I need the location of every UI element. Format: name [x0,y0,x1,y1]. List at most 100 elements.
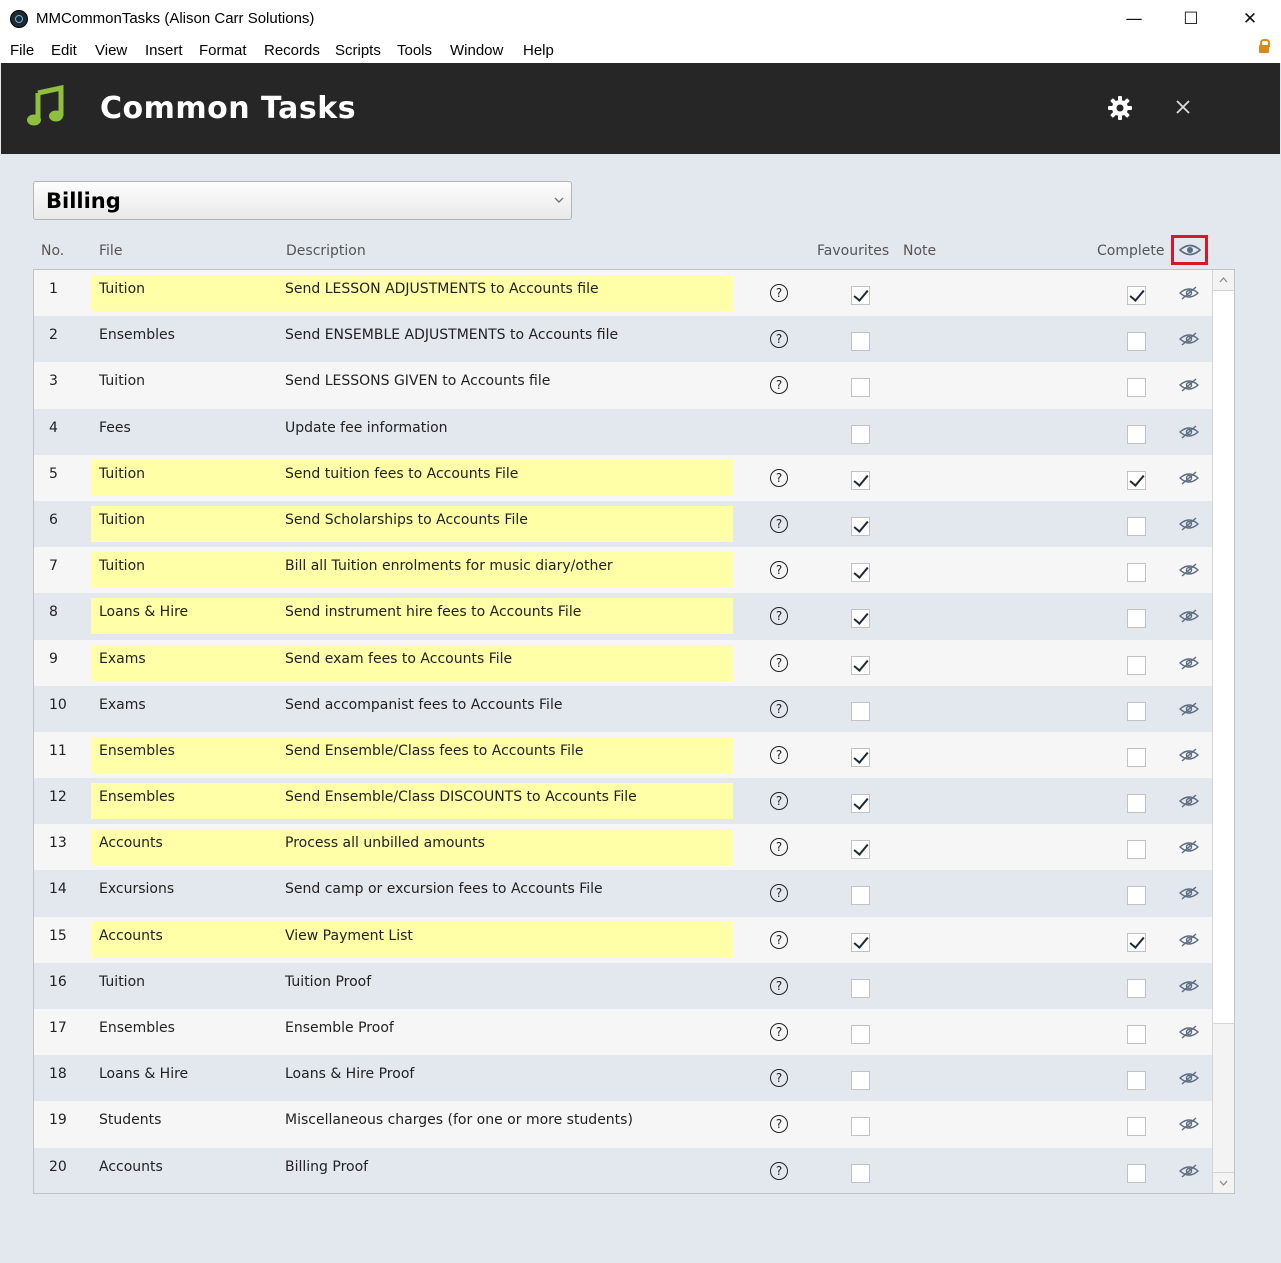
scroll-up-button[interactable] [1213,270,1234,291]
favourite-checkbox[interactable] [851,424,870,444]
complete-checkbox[interactable] [1127,1025,1146,1044]
eye-slash-icon[interactable] [1179,286,1199,300]
show-hidden-button[interactable] [1171,235,1208,265]
menu-edit[interactable]: Edit [51,42,77,59]
table-row[interactable]: 8 Loans & Hire Send instrument hire fees… [34,593,1213,640]
favourite-checkbox[interactable] [851,794,870,814]
complete-checkbox[interactable] [1127,840,1146,860]
help-icon[interactable]: ? [770,792,788,811]
table-row[interactable]: 7 Tuition Bill all Tuition enrolments fo… [34,547,1213,594]
row-description[interactable]: Update fee information [285,420,448,436]
eye-slash-icon[interactable] [1179,979,1199,993]
favourite-checkbox[interactable] [851,1071,870,1091]
minimize-button[interactable]: — [1111,4,1157,34]
scroll-down-button[interactable] [1213,1172,1234,1193]
menu-tools[interactable]: Tools [397,42,432,59]
favourite-checkbox[interactable] [851,1117,870,1137]
table-row[interactable]: 5 Tuition Send tuition fees to Accounts … [34,454,1213,501]
eye-slash-icon[interactable] [1179,471,1199,485]
complete-checkbox[interactable] [1127,932,1146,952]
eye-slash-icon[interactable] [1179,840,1199,854]
table-row[interactable]: 20 Accounts Billing Proof ? [34,1147,1213,1193]
row-description[interactable]: Send Ensemble/Class fees to Accounts Fil… [285,743,583,759]
row-description[interactable]: Send Ensemble/Class DISCOUNTS to Account… [285,789,637,805]
complete-checkbox[interactable] [1127,886,1146,906]
eye-slash-icon[interactable] [1179,1117,1199,1131]
table-row[interactable]: 13 Accounts Process all unbilled amounts… [34,824,1213,871]
favourite-checkbox[interactable] [851,655,870,675]
maximize-button[interactable]: ☐ [1168,4,1214,34]
complete-checkbox[interactable] [1127,1117,1146,1137]
table-row[interactable]: 10 Exams Send accompanist fees to Accoun… [34,685,1213,732]
row-description[interactable]: View Payment List [285,928,413,944]
complete-checkbox[interactable] [1127,1071,1146,1091]
help-icon[interactable]: ? [770,884,788,903]
help-icon[interactable]: ? [770,838,788,857]
eye-slash-icon[interactable] [1179,655,1199,670]
favourite-checkbox[interactable] [851,332,870,352]
favourite-checkbox[interactable] [851,563,870,583]
gear-icon[interactable] [1107,95,1133,121]
favourite-checkbox[interactable] [851,747,870,767]
table-row[interactable]: 16 Tuition Tuition Proof ? [34,962,1213,1009]
favourite-checkbox[interactable] [851,470,870,490]
table-row[interactable]: 9 Exams Send exam fees to Accounts File … [34,639,1213,686]
eye-slash-icon[interactable] [1179,425,1199,439]
eye-slash-icon[interactable] [1179,517,1199,531]
help-icon[interactable]: ? [770,1023,788,1041]
help-icon[interactable]: ? [770,699,788,718]
menu-scripts[interactable]: Scripts [335,42,381,59]
eye-slash-icon[interactable] [1179,332,1199,346]
favourite-checkbox[interactable] [851,886,870,906]
table-row[interactable]: 14 Excursions Send camp or excursion fee… [34,870,1213,917]
eye-slash-icon[interactable] [1179,609,1199,623]
eye-slash-icon[interactable] [1179,886,1199,900]
help-icon[interactable]: ? [770,1115,788,1134]
row-description[interactable]: Send instrument hire fees to Accounts Fi… [285,604,581,620]
row-description[interactable]: Tuition Proof [285,974,371,990]
complete-checkbox[interactable] [1127,978,1146,998]
row-description[interactable]: Miscellaneous charges (for one or more s… [285,1112,633,1128]
row-description[interactable]: Loans & Hire Proof [285,1066,414,1082]
table-row[interactable]: 17 Ensembles Ensemble Proof ? [34,1009,1213,1056]
table-row[interactable]: 6 Tuition Send Scholarships to Accounts … [34,500,1213,548]
favourite-checkbox[interactable] [851,1025,870,1044]
complete-checkbox[interactable] [1127,747,1146,767]
help-icon[interactable]: ? [770,976,788,995]
scrollbar-thumb[interactable] [1213,291,1234,1024]
help-icon[interactable]: ? [770,330,788,349]
row-description[interactable]: Send LESSON ADJUSTMENTS to Accounts file [285,281,599,297]
complete-checkbox[interactable] [1127,563,1146,583]
eye-slash-icon[interactable] [1179,1071,1199,1085]
menu-view[interactable]: View [95,42,127,59]
help-icon[interactable]: ? [770,1069,788,1088]
complete-checkbox[interactable] [1127,701,1146,721]
table-row[interactable]: 11 Ensembles Send Ensemble/Class fees to… [34,731,1213,779]
row-description[interactable]: Send exam fees to Accounts File [285,651,512,667]
table-row[interactable]: 15 Accounts View Payment List ? [34,916,1213,963]
eye-slash-icon[interactable] [1179,1164,1199,1178]
favourite-checkbox[interactable] [851,516,870,536]
eye-slash-icon[interactable] [1179,378,1199,392]
complete-checkbox[interactable] [1127,609,1146,629]
row-description[interactable]: Send accompanist fees to Accounts File [285,697,562,713]
eye-slash-icon[interactable] [1179,1025,1199,1039]
eye-slash-icon[interactable] [1179,563,1199,577]
favourite-checkbox[interactable] [851,978,870,998]
row-description[interactable]: Send Scholarships to Accounts File [285,512,528,528]
favourite-checkbox[interactable] [851,932,870,952]
help-icon[interactable]: ? [770,284,788,302]
help-icon[interactable]: ? [770,376,788,395]
complete-checkbox[interactable] [1127,424,1146,444]
eye-slash-icon[interactable] [1179,702,1199,716]
menu-records[interactable]: Records [264,42,320,59]
help-icon[interactable]: ? [770,930,788,949]
favourite-checkbox[interactable] [851,286,870,305]
menu-format[interactable]: Format [199,42,247,59]
complete-checkbox[interactable] [1127,470,1146,490]
row-description[interactable]: Process all unbilled amounts [285,835,485,851]
complete-checkbox[interactable] [1127,516,1146,536]
category-dropdown[interactable]: Billing [33,181,572,220]
vertical-scrollbar[interactable] [1212,270,1234,1193]
help-icon[interactable]: ? [770,468,788,487]
